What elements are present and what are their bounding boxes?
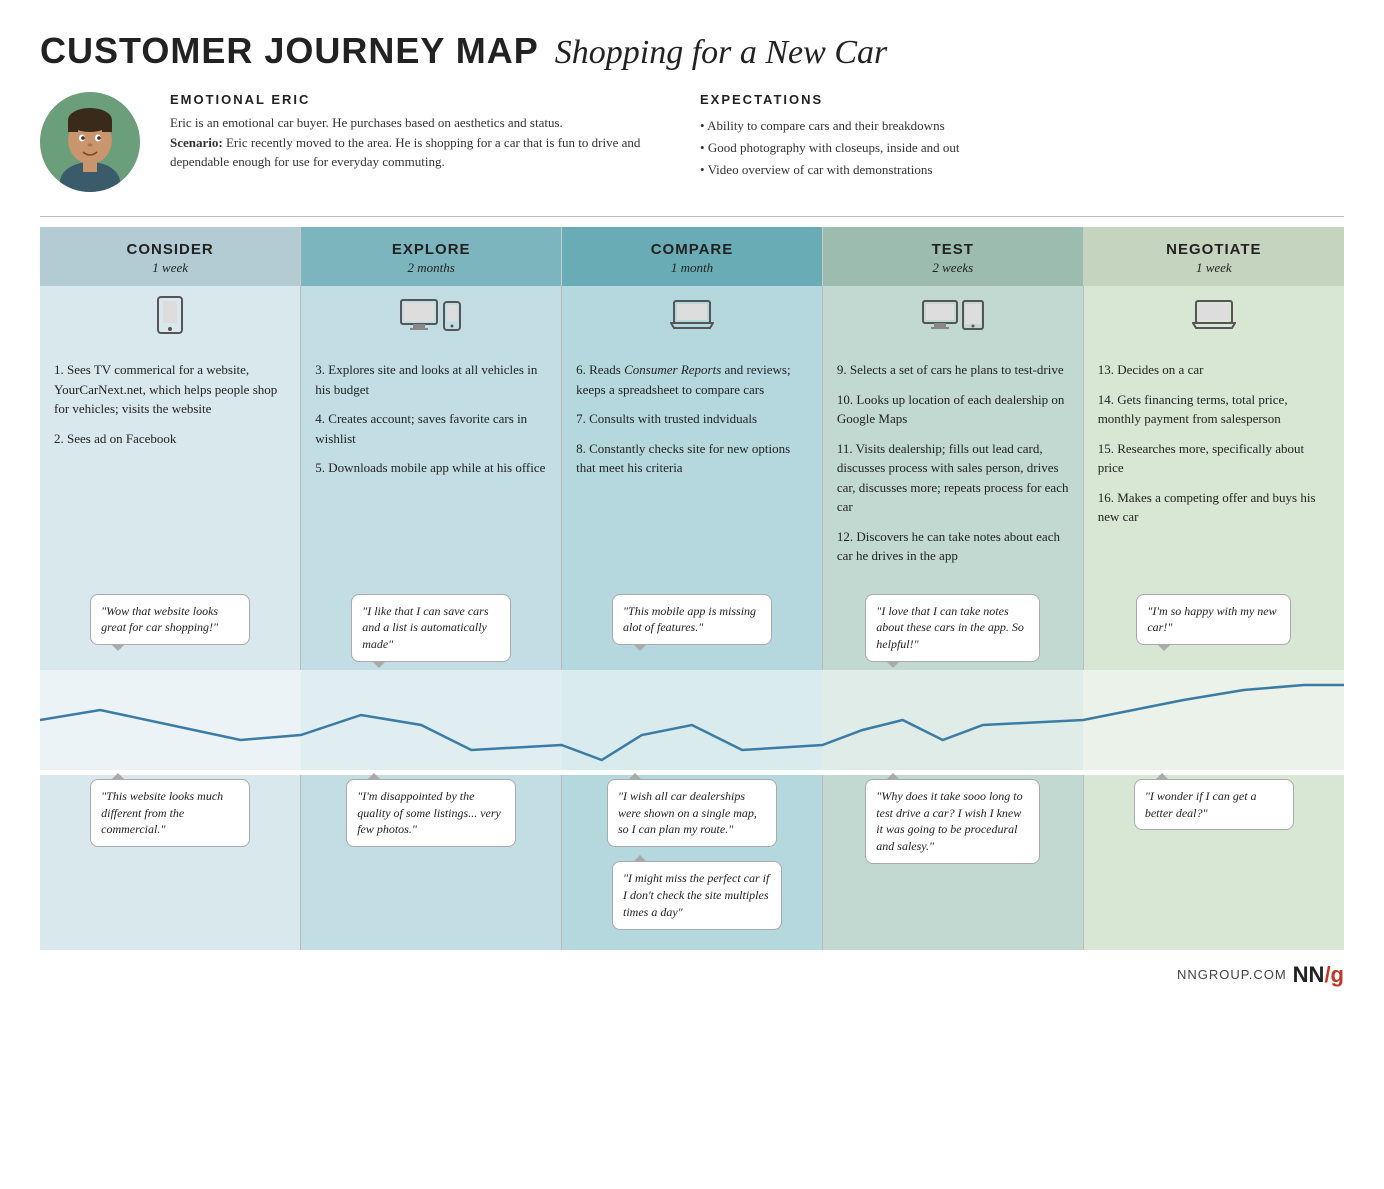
steps-explore: 3. Explores site and looks at all vehicl…	[301, 346, 562, 586]
step-9: 9. Selects a set of cars he plans to tes…	[837, 360, 1069, 380]
steps-row: 1. Sees TV commerical for a website, You…	[40, 346, 1344, 586]
footer-site: NNGROUP.COM	[1177, 967, 1287, 982]
step-1: 1. Sees TV commerical for a website, You…	[54, 360, 286, 419]
phone-icon	[442, 301, 462, 337]
phase-header-negotiate: NEGOTIATE 1 week	[1083, 227, 1344, 286]
bubble-consider-positive: "Wow that website looks great for car sh…	[90, 594, 250, 646]
phase-header-test: TEST 2 weeks	[822, 227, 1083, 286]
persona-info: EMOTIONAL ERIC Eric is an emotional car …	[170, 92, 670, 192]
laptop-icon	[1192, 300, 1236, 336]
step-5: 5. Downloads mobile app while at his off…	[315, 458, 547, 478]
emotion-curve-row	[40, 670, 1344, 775]
page-title: CUSTOMER JOURNEY MAP Shopping for a New …	[40, 30, 1344, 72]
expectation-item: Ability to compare cars and their breakd…	[700, 115, 1344, 137]
desktop-icon	[922, 300, 958, 336]
bubble-negotiate-positive: "I'm so happy with my new car!"	[1136, 594, 1291, 646]
device-explore	[301, 286, 562, 346]
emotion-curve-svg	[40, 670, 1344, 770]
persona-name: EMOTIONAL ERIC	[170, 92, 670, 107]
neg-bubble-test: "Why does it take sooo long to test driv…	[822, 775, 1083, 950]
step-12: 12. Discovers he can take notes about ea…	[837, 527, 1069, 566]
step-7: 7. Consults with trusted indviduals	[576, 409, 808, 429]
bubble-compare-positive: "This mobile app is missing alot of feat…	[612, 594, 772, 646]
nn-logo-slash: /g	[1324, 962, 1344, 987]
nn-logo: NN/g	[1293, 962, 1344, 988]
step-15: 15. Researches more, specifically about …	[1098, 439, 1330, 478]
phase-header-explore: EXPLORE 2 months	[301, 227, 562, 286]
step-4: 4. Creates account; saves favorite cars …	[315, 409, 547, 448]
steps-negotiate: 13. Decides on a car 14. Gets financing …	[1083, 346, 1344, 586]
laptop-icon	[670, 300, 714, 336]
bubble-test-negative: "Why does it take sooo long to test driv…	[865, 779, 1040, 864]
footer: NNGROUP.COM NN/g	[40, 962, 1344, 988]
expectation-item: Video overview of car with demonstration…	[700, 159, 1344, 181]
emotion-negotiate: "I'm so happy with my new car!"	[1083, 586, 1344, 670]
emotion-curve-cell	[40, 670, 1344, 775]
bubble-negotiate-negative: "I wonder if I can get a better deal?"	[1134, 779, 1294, 831]
divider	[40, 216, 1344, 217]
step-11: 11. Visits dealership; fills out lead ca…	[837, 439, 1069, 517]
phase-header-consider: CONSIDER 1 week	[40, 227, 301, 286]
step-6: 6. Reads Consumer Reports and reviews; k…	[576, 360, 808, 399]
title-main: CUSTOMER JOURNEY MAP	[40, 30, 539, 71]
step-16: 16. Makes a competing offer and buys his…	[1098, 488, 1330, 527]
device-icon-row	[40, 286, 1344, 346]
expectations-list: Ability to compare cars and their breakd…	[700, 115, 1344, 181]
neg-bubble-explore: "I'm disappointed by the quality of some…	[301, 775, 562, 950]
expectations-section: EXPECTATIONS Ability to compare cars and…	[700, 92, 1344, 192]
journey-map: CONSIDER 1 week EXPLORE 2 months COMPARE…	[40, 227, 1344, 950]
device-negotiate	[1083, 286, 1344, 346]
emotion-row: "Wow that website looks great for car sh…	[40, 586, 1344, 670]
title-subtitle: Shopping for a New Car	[555, 34, 887, 71]
avatar	[40, 92, 140, 192]
device-test	[822, 286, 1083, 346]
phone-icon	[155, 296, 185, 340]
expectation-item: Good photography with closeups, inside a…	[700, 137, 1344, 159]
bubble-compare-negative-2: "I might miss the perfect car if I don't…	[612, 861, 782, 929]
step-2: 2. Sees ad on Facebook	[54, 429, 286, 449]
emotion-test: "I love that I can take notes about thes…	[822, 586, 1083, 670]
emotion-compare: "This mobile app is missing alot of feat…	[562, 586, 823, 670]
bubble-explore-negative: "I'm disappointed by the quality of some…	[346, 779, 516, 847]
device-consider	[40, 286, 301, 346]
device-compare	[562, 286, 823, 346]
neg-bubble-consider: "This website looks much different from …	[40, 775, 301, 950]
persona-desc: Eric is an emotional car buyer. He purch…	[170, 113, 670, 172]
emotion-explore: "I like that I can save cars and a list …	[301, 586, 562, 670]
step-8: 8. Constantly checks site for new option…	[576, 439, 808, 478]
desktop-icon	[400, 299, 438, 337]
steps-compare: 6. Reads Consumer Reports and reviews; k…	[562, 346, 823, 586]
nn-logo-dark: NN	[1293, 962, 1325, 987]
emotion-consider: "Wow that website looks great for car sh…	[40, 586, 301, 670]
step-3: 3. Explores site and looks at all vehicl…	[315, 360, 547, 399]
bubble-test-positive: "I love that I can take notes about thes…	[865, 594, 1040, 662]
step-14: 14. Gets financing terms, total price, m…	[1098, 390, 1330, 429]
neg-bubble-compare: "I wish all car dealerships were shown o…	[562, 775, 823, 950]
tablet-icon	[962, 300, 984, 336]
step-10: 10. Looks up location of each dealership…	[837, 390, 1069, 429]
phase-header-row: CONSIDER 1 week EXPLORE 2 months COMPARE…	[40, 227, 1344, 286]
negative-bubbles-row: "This website looks much different from …	[40, 775, 1344, 950]
bubble-explore-positive: "I like that I can save cars and a list …	[351, 594, 511, 662]
neg-bubble-negotiate: "I wonder if I can get a better deal?"	[1083, 775, 1344, 950]
steps-test: 9. Selects a set of cars he plans to tes…	[822, 346, 1083, 586]
persona-section: EMOTIONAL ERIC Eric is an emotional car …	[40, 92, 1344, 192]
bubble-consider-negative: "This website looks much different from …	[90, 779, 250, 847]
steps-consider: 1. Sees TV commerical for a website, You…	[40, 346, 301, 586]
phase-header-compare: COMPARE 1 month	[562, 227, 823, 286]
step-13: 13. Decides on a car	[1098, 360, 1330, 380]
bubble-compare-negative-1: "I wish all car dealerships were shown o…	[607, 779, 777, 847]
expectations-title: EXPECTATIONS	[700, 92, 1344, 107]
